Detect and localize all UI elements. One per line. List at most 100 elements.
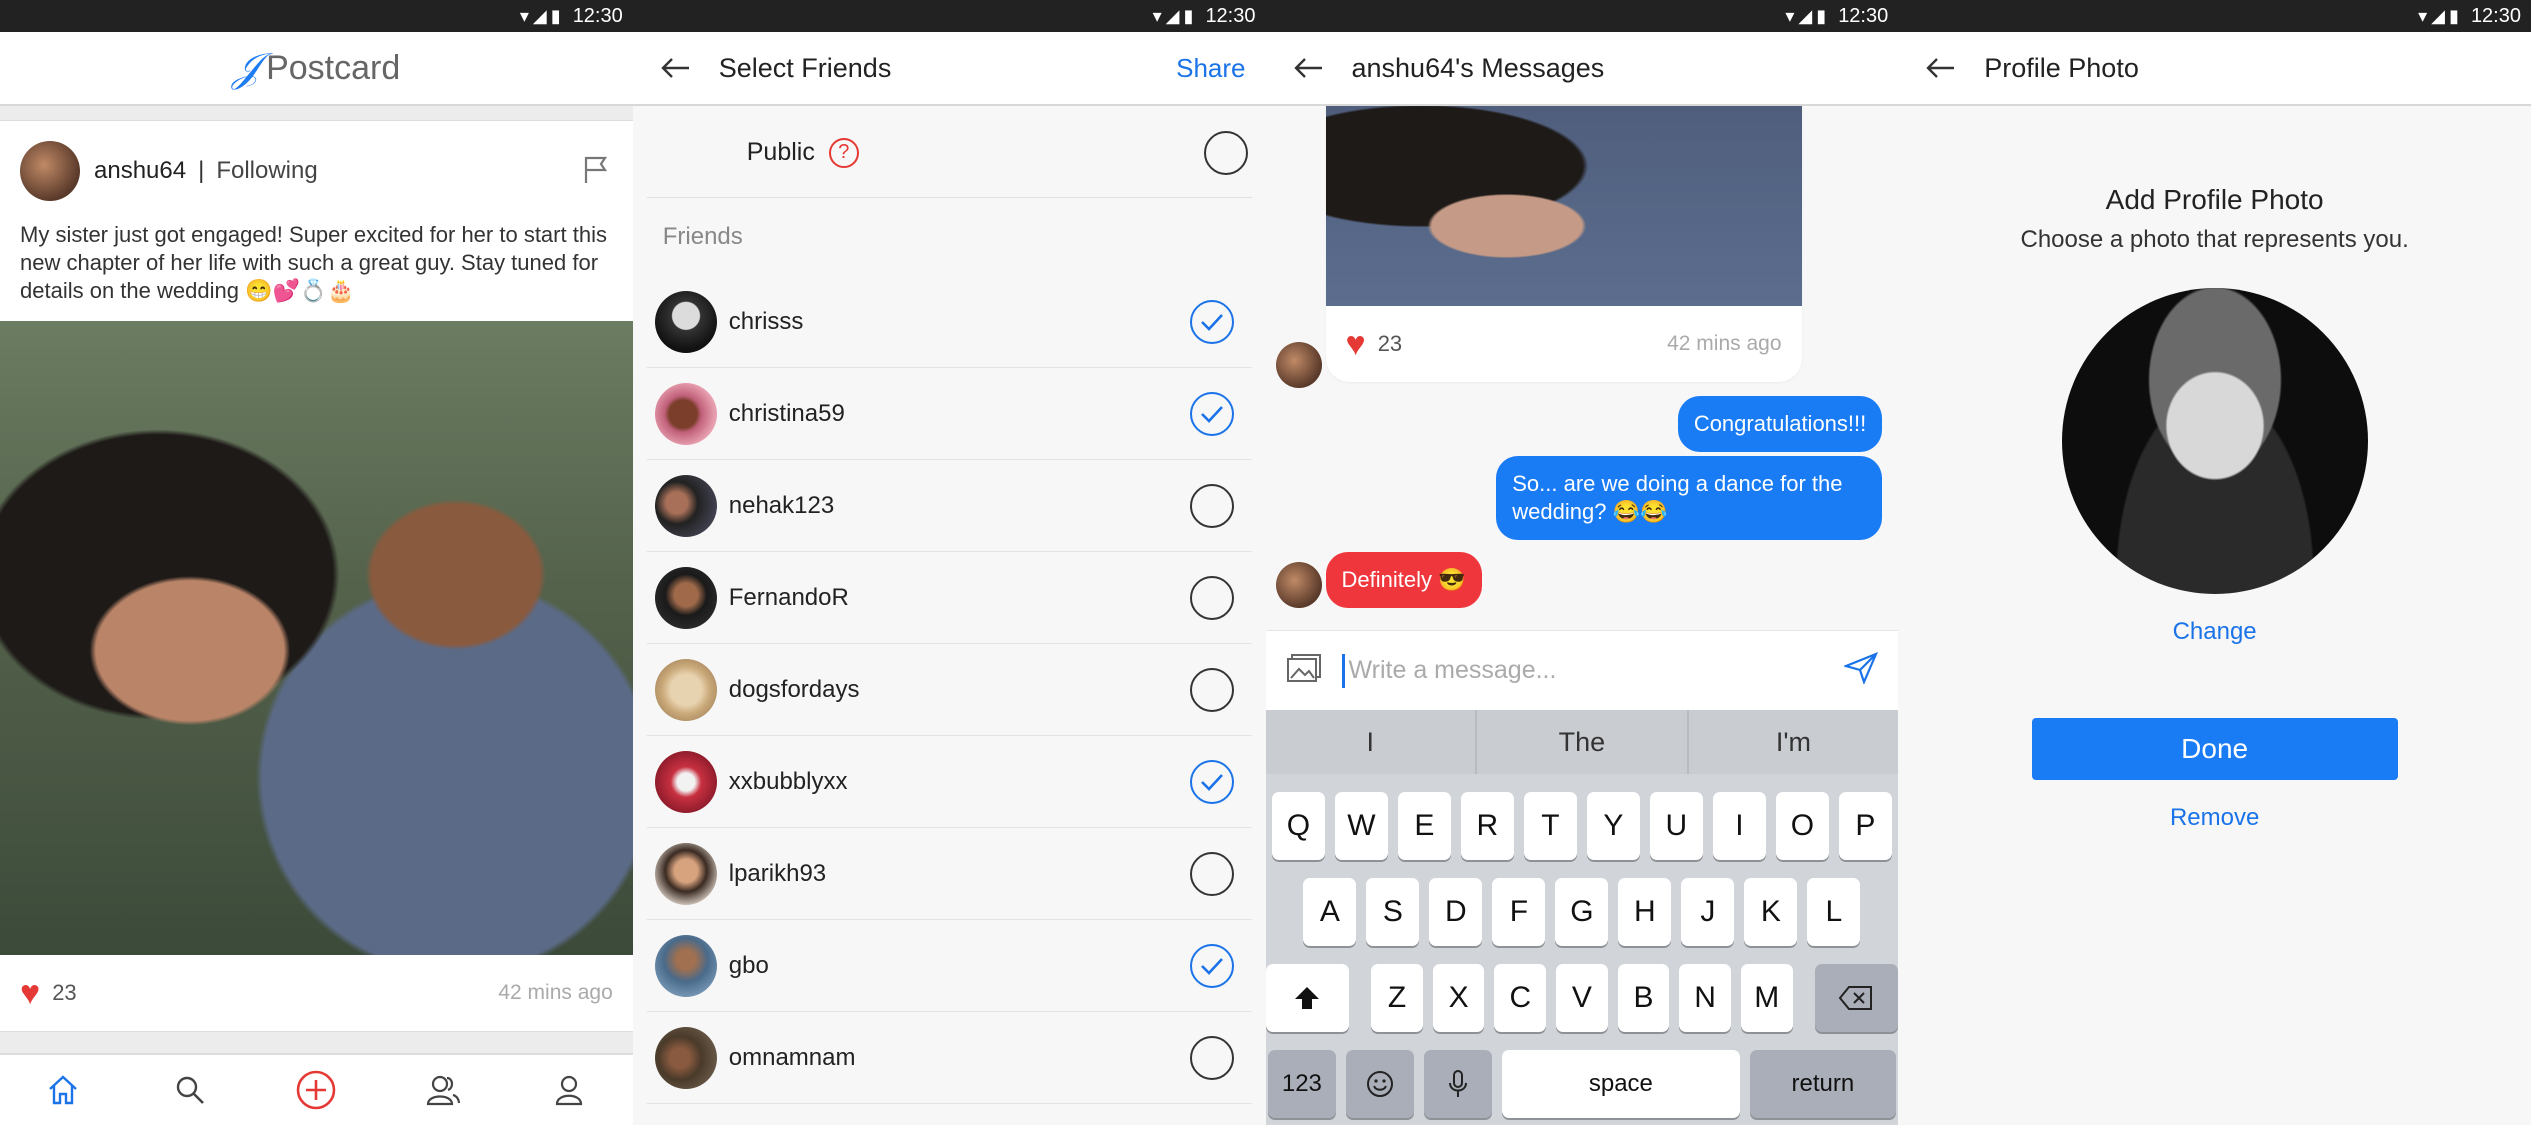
friend-row-omnamnam[interactable]: omnamnam	[646, 1012, 1252, 1104]
checkbox-unchecked[interactable]	[1189, 1035, 1234, 1080]
shift-key[interactable]	[1265, 964, 1350, 1032]
checkbox-checked[interactable]	[1189, 759, 1234, 804]
key-m[interactable]: M	[1740, 964, 1793, 1032]
key-u[interactable]: U	[1649, 792, 1703, 860]
checkbox-checked[interactable]	[1189, 943, 1234, 988]
message-composer: Write a message...	[1265, 630, 1899, 710]
numbers-key[interactable]: 123	[1267, 1050, 1336, 1118]
key-z[interactable]: Z	[1371, 964, 1423, 1032]
return-key[interactable]: return	[1749, 1050, 1896, 1118]
message-input[interactable]: Write a message...	[1341, 653, 1845, 688]
search-icon[interactable]	[160, 1060, 220, 1120]
back-arrow-icon[interactable]	[1266, 31, 1352, 105]
key-o[interactable]: O	[1775, 792, 1829, 860]
change-link[interactable]: Change	[1898, 618, 2531, 646]
shared-photo[interactable]	[1325, 106, 1802, 306]
suggestion[interactable]: I'm	[1689, 710, 1899, 774]
image-icon[interactable]	[1286, 653, 1322, 688]
key-j[interactable]: J	[1681, 878, 1735, 946]
avatar	[654, 382, 717, 445]
emoji-key[interactable]	[1345, 1050, 1414, 1118]
app-name: Postcard	[266, 48, 401, 87]
shared-photo-message[interactable]: ♥ 23 42 mins ago	[1325, 106, 1802, 382]
page-title: anshu64's Messages	[1351, 52, 1605, 83]
friend-row-nehak123[interactable]: nehak123	[646, 460, 1252, 552]
backspace-key[interactable]	[1814, 964, 1899, 1032]
avatar[interactable]	[1275, 562, 1322, 608]
checkbox-checked[interactable]	[1189, 391, 1234, 436]
avatar	[654, 566, 717, 629]
share-button[interactable]: Share	[1176, 53, 1265, 84]
key-c[interactable]: C	[1494, 964, 1547, 1032]
microphone-key[interactable]	[1423, 1050, 1492, 1118]
key-t[interactable]: T	[1523, 792, 1577, 860]
key-y[interactable]: Y	[1586, 792, 1640, 860]
send-icon[interactable]	[1842, 651, 1879, 689]
profile-icon[interactable]	[539, 1060, 599, 1120]
checkbox-unchecked[interactable]	[1189, 667, 1234, 712]
suggestion[interactable]: I	[1266, 710, 1478, 774]
heart-icon[interactable]: ♥	[1346, 327, 1366, 361]
friend-row-christina59[interactable]: christina59	[646, 368, 1252, 460]
key-b[interactable]: B	[1617, 964, 1670, 1032]
heart-icon[interactable]: ♥	[20, 976, 40, 1010]
back-arrow-icon[interactable]	[1898, 31, 1984, 105]
done-button[interactable]: Done	[2031, 718, 2398, 780]
key-e[interactable]: E	[1397, 792, 1451, 860]
post-photo[interactable]	[0, 321, 633, 955]
public-radio[interactable]	[1203, 130, 1248, 175]
signal-battery-icons: ▾◢▮	[519, 5, 565, 26]
friend-row-dogsfordays[interactable]: dogsfordays	[646, 644, 1252, 736]
post-username[interactable]: anshu64	[94, 157, 186, 185]
key-q[interactable]: Q	[1271, 792, 1325, 860]
avatar	[654, 474, 717, 537]
avatar[interactable]	[1275, 342, 1322, 388]
key-i[interactable]: I	[1712, 792, 1766, 860]
back-arrow-icon[interactable]	[633, 31, 719, 105]
friend-row-xxbubblyxx[interactable]: xxbubblyxx	[646, 736, 1252, 828]
friend-row-chrisss[interactable]: chrisss	[646, 276, 1252, 368]
suggestion[interactable]: The	[1477, 710, 1689, 774]
status-time: 12:30	[1205, 4, 1256, 27]
friend-row-gbo[interactable]: gbo	[646, 920, 1252, 1012]
key-a[interactable]: A	[1303, 878, 1357, 946]
friend-name: lparikh93	[728, 859, 827, 887]
post-card: anshu64 | Following My sister just got e…	[0, 120, 633, 1032]
key-f[interactable]: F	[1492, 878, 1546, 946]
checkbox-unchecked[interactable]	[1189, 575, 1234, 620]
key-l[interactable]: L	[1807, 878, 1861, 946]
key-x[interactable]: X	[1432, 964, 1485, 1032]
separator: |	[198, 157, 205, 184]
checkbox-checked[interactable]	[1189, 299, 1234, 344]
help-icon[interactable]: ?	[828, 137, 859, 168]
signal-battery-icons: ▾◢▮	[1785, 5, 1831, 26]
post-time: 42 mins ago	[498, 981, 613, 1004]
remove-link[interactable]: Remove	[1898, 804, 2531, 832]
key-v[interactable]: V	[1556, 964, 1608, 1032]
checkbox-unchecked[interactable]	[1189, 851, 1234, 896]
public-option[interactable]: Public ?	[646, 108, 1252, 198]
key-d[interactable]: D	[1429, 878, 1483, 946]
space-key[interactable]: space	[1501, 1050, 1740, 1118]
key-r[interactable]: R	[1460, 792, 1514, 860]
friend-row-fernandor[interactable]: FernandoR	[646, 552, 1252, 644]
add-icon[interactable]	[286, 1060, 346, 1120]
key-n[interactable]: N	[1679, 964, 1731, 1032]
key-g[interactable]: G	[1555, 878, 1609, 946]
like-count: 23	[1377, 331, 1403, 356]
key-s[interactable]: S	[1366, 878, 1420, 946]
avatar[interactable]	[20, 141, 80, 201]
home-icon[interactable]	[33, 1060, 93, 1120]
key-w[interactable]: W	[1334, 792, 1388, 860]
key-p[interactable]: P	[1838, 792, 1892, 860]
flag-icon[interactable]	[583, 155, 609, 190]
following-label[interactable]: Following	[216, 157, 317, 185]
profile-photo-screen: ▾◢▮ 12:30 Profile Photo Add Profile Phot…	[1898, 0, 2531, 1125]
key-h[interactable]: H	[1618, 878, 1672, 946]
microphone-icon	[1448, 1070, 1467, 1097]
friend-row-lparikh93[interactable]: lparikh93	[646, 828, 1252, 920]
profile-photo[interactable]	[2061, 288, 2368, 594]
key-k[interactable]: K	[1744, 878, 1798, 946]
checkbox-unchecked[interactable]	[1189, 483, 1234, 528]
friends-icon[interactable]	[413, 1060, 473, 1120]
